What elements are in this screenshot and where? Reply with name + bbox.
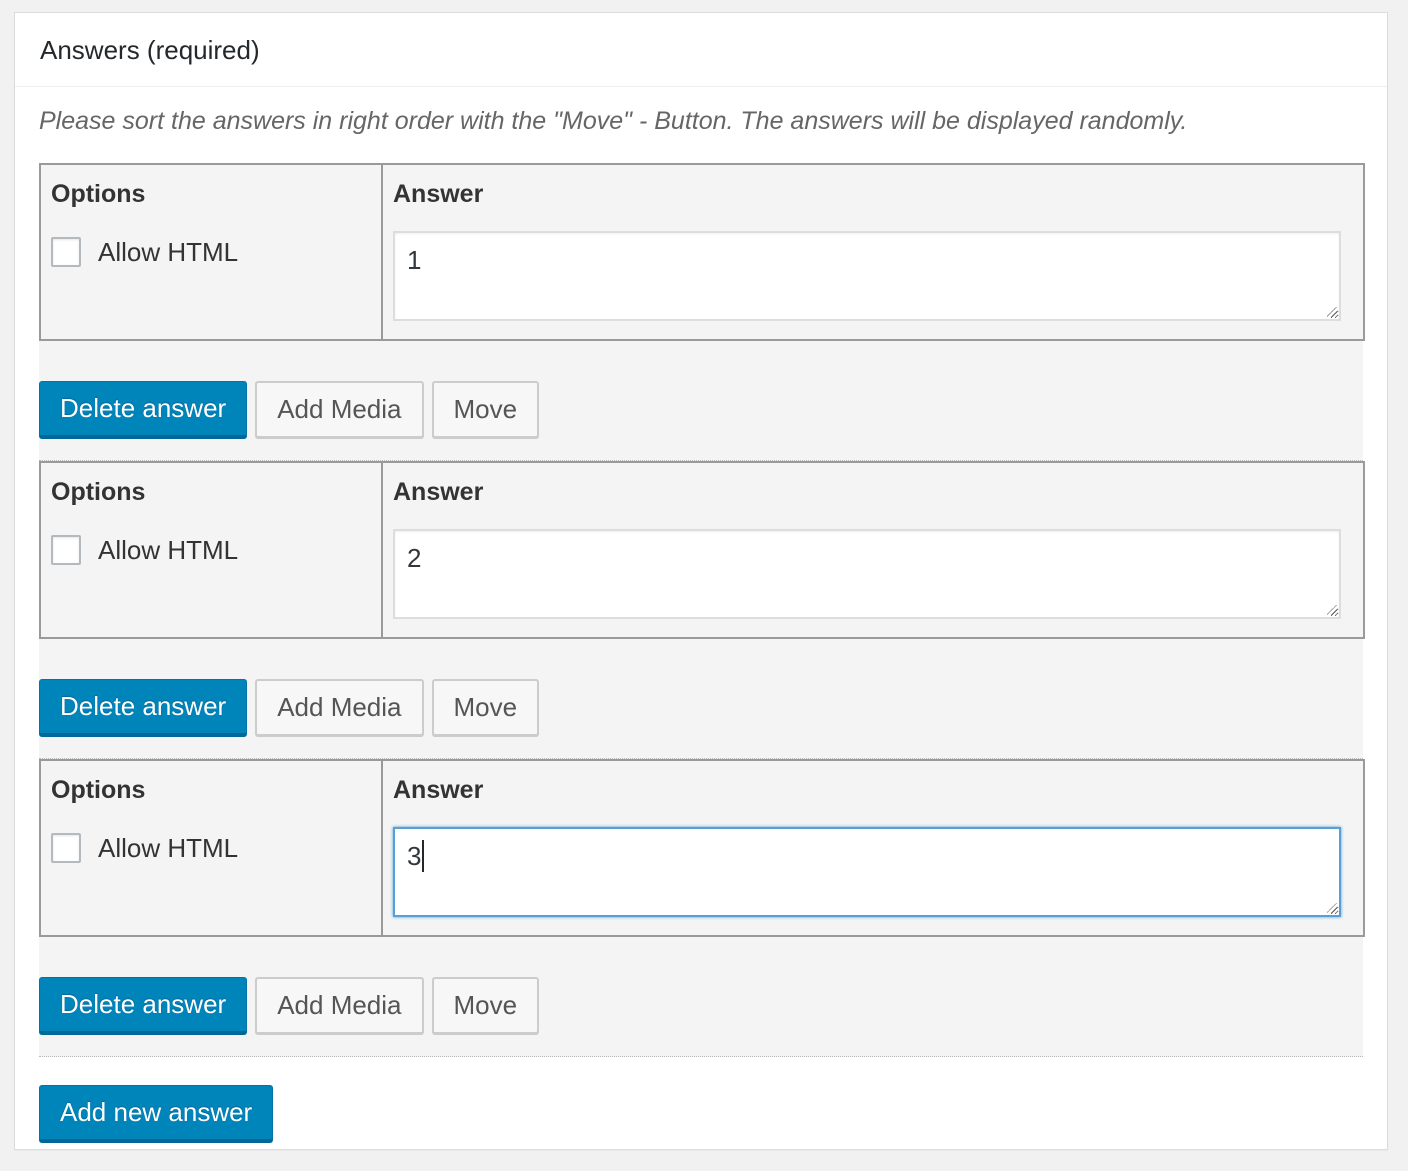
answer-column: Answer 1 — [383, 165, 1363, 339]
add-media-button[interactable]: Add Media — [255, 381, 424, 438]
sort-description: Please sort the answers in right order w… — [39, 107, 1188, 135]
answer-text-value: 1 — [407, 245, 422, 275]
resize-grip-icon[interactable] — [1327, 903, 1337, 913]
options-column: Options Allow HTML — [41, 165, 383, 339]
text-caret — [422, 840, 425, 873]
answer-text-value: 2 — [407, 543, 422, 573]
answer-list: Options Allow HTML Answer 1 Delete answe… — [39, 163, 1365, 1057]
allow-html-label: Allow HTML — [98, 237, 239, 267]
answer-table: Options Allow HTML Answer 1 — [39, 163, 1365, 341]
delete-answer-button[interactable]: Delete answer — [39, 381, 248, 438]
answer-table: Options Allow HTML Answer 2 — [39, 461, 1365, 639]
resize-grip-icon[interactable] — [1327, 307, 1337, 317]
answer-item: Options Allow HTML Answer 1 Delete answe… — [39, 163, 1365, 461]
answer-column: Answer 3 — [383, 761, 1363, 935]
answer-column: Answer 2 — [383, 463, 1363, 637]
answer-actions: Delete answer Add Media Move — [39, 977, 540, 1034]
options-column: Options Allow HTML — [41, 761, 383, 935]
answer-item: Options Allow HTML Answer 2 Delete answe… — [39, 461, 1365, 759]
allow-html-option[interactable]: Allow HTML — [51, 237, 238, 267]
answer-table: Options Allow HTML Answer 3 — [39, 759, 1365, 937]
allow-html-checkbox[interactable] — [51, 833, 81, 863]
allow-html-label: Allow HTML — [98, 535, 239, 565]
move-button[interactable]: Move — [431, 381, 540, 438]
add-new-answer-button[interactable]: Add new answer — [39, 1085, 274, 1142]
options-column: Options Allow HTML — [41, 463, 383, 637]
answer-heading: Answer — [393, 180, 484, 208]
delete-answer-button[interactable]: Delete answer — [39, 679, 248, 736]
answer-textarea[interactable]: 2 — [393, 529, 1341, 619]
answer-textarea[interactable]: 3 — [393, 827, 1341, 917]
answer-actions: Delete answer Add Media Move — [39, 679, 540, 736]
add-answer-row: Add new answer — [39, 1057, 1363, 1142]
allow-html-checkbox[interactable] — [51, 535, 81, 565]
move-button[interactable]: Move — [431, 679, 540, 736]
add-media-button[interactable]: Add Media — [255, 977, 424, 1034]
resize-grip-icon[interactable] — [1327, 605, 1337, 615]
answer-heading: Answer — [393, 478, 484, 506]
allow-html-option[interactable]: Allow HTML — [51, 833, 238, 863]
answers-metabox: Answers (required) Please sort the answe… — [14, 12, 1388, 1150]
answer-actions: Delete answer Add Media Move — [39, 381, 540, 438]
allow-html-option[interactable]: Allow HTML — [51, 535, 238, 565]
add-media-button[interactable]: Add Media — [255, 679, 424, 736]
answer-heading: Answer — [393, 776, 484, 804]
options-heading: Options — [51, 478, 146, 506]
allow-html-checkbox[interactable] — [51, 237, 81, 267]
move-button[interactable]: Move — [431, 977, 540, 1034]
answer-textarea[interactable]: 1 — [393, 231, 1341, 321]
delete-answer-button[interactable]: Delete answer — [39, 977, 248, 1034]
metabox-content: Please sort the answers in right order w… — [15, 87, 1387, 1142]
metabox-title: Answers (required) — [40, 34, 260, 65]
options-heading: Options — [51, 776, 146, 804]
answer-text-value: 3 — [407, 841, 422, 871]
metabox-header: Answers (required) — [15, 13, 1387, 87]
allow-html-label: Allow HTML — [98, 833, 239, 863]
answer-item: Options Allow HTML Answer 3 Delete answe… — [39, 759, 1365, 1057]
options-heading: Options — [51, 180, 146, 208]
